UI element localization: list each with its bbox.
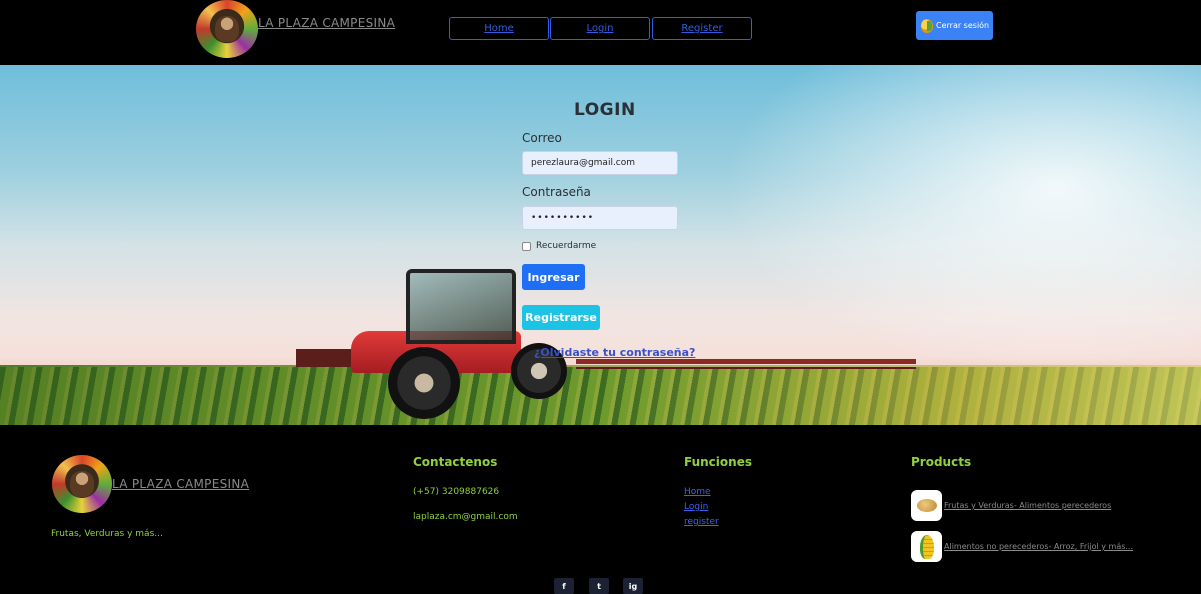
footer-link-login[interactable]: Login: [684, 502, 708, 512]
product-link[interactable]: Frutas y Verduras- Alimentos perecederos: [944, 501, 1111, 510]
contact-heading: Contactenos: [413, 455, 498, 469]
password-label: Contraseña: [522, 185, 591, 199]
footer-brand-link[interactable]: LA PLAZA CAMPESINA: [112, 477, 249, 491]
brand-link[interactable]: LA PLAZA CAMPESINA: [258, 16, 395, 30]
tractor-rear-wheel: [388, 347, 460, 419]
nav-home-link[interactable]: Home: [449, 17, 549, 40]
password-field[interactable]: [522, 206, 678, 230]
register-button[interactable]: Registrarse: [522, 305, 600, 330]
product-thumbnail: [911, 531, 942, 562]
tractor-image: [296, 263, 926, 419]
remember-checkbox[interactable]: [522, 241, 531, 251]
remember-me[interactable]: Recuerdarme: [522, 241, 596, 251]
contact-phone: (+57) 3209887626: [413, 487, 500, 497]
potato-icon: [916, 499, 937, 512]
login-submit-button[interactable]: Ingresar: [522, 264, 585, 290]
tractor-cab: [406, 269, 516, 344]
facebook-icon[interactable]: f: [554, 578, 574, 594]
products-heading: Products: [911, 455, 972, 469]
logout-label: Cerrar sesión: [936, 21, 990, 30]
corn-icon: [919, 534, 934, 559]
footer-tagline: Frutas, Verduras y más...: [51, 529, 163, 539]
nav-register-link[interactable]: Register: [652, 17, 752, 40]
email-field[interactable]: [522, 151, 678, 175]
sprayer-boom: [576, 359, 916, 364]
login-title: LOGIN: [574, 100, 636, 120]
logout-button[interactable]: Cerrar sesión: [916, 11, 993, 40]
contact-email: laplaza.cm@gmail.com: [413, 512, 518, 522]
sprayer-boom-lower: [576, 367, 916, 369]
logout-icon: [921, 18, 933, 33]
nav-login-link[interactable]: Login: [550, 17, 650, 40]
instagram-icon[interactable]: ig: [623, 578, 643, 594]
email-label: Correo: [522, 131, 562, 145]
product-thumbnail: [911, 490, 942, 521]
product-item[interactable]: Alimentos no perecederos- Arroz, Frijol …: [911, 531, 1133, 562]
footer: LA PLAZA CAMPESINA Frutas, Verduras y má…: [0, 425, 1201, 594]
footer-link-register[interactable]: register: [684, 517, 719, 527]
footer-logo[interactable]: [52, 455, 112, 513]
forgot-password-link[interactable]: ¿Olvidaste tu contraseña?: [534, 346, 695, 359]
product-item[interactable]: Frutas y Verduras- Alimentos perecederos: [911, 490, 1111, 521]
footer-link-home[interactable]: Home: [684, 487, 711, 497]
functions-heading: Funciones: [684, 455, 752, 469]
twitter-icon[interactable]: t: [589, 578, 609, 594]
product-link[interactable]: Alimentos no perecederos- Arroz, Frijol …: [944, 542, 1133, 551]
tractor-hitch: [296, 349, 356, 367]
remember-label: Recuerdarme: [536, 241, 597, 251]
top-navbar: LA PLAZA CAMPESINA Home Login Register C…: [0, 0, 1201, 65]
brand-logo[interactable]: [196, 0, 258, 58]
